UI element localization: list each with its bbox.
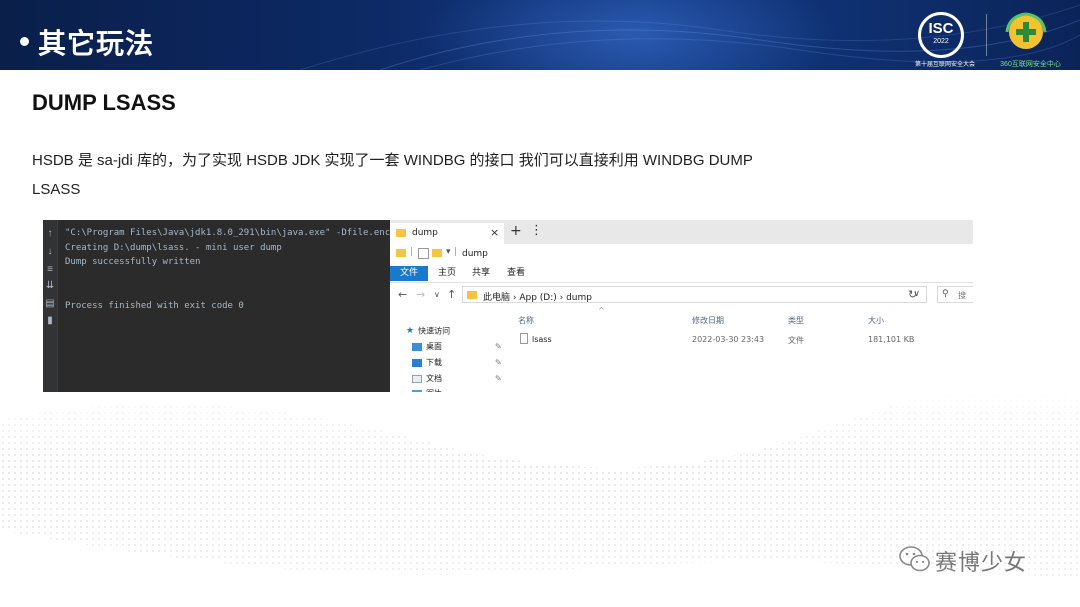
file-modified: 2022-03-30 23:43 [692,335,765,344]
console-line: Creating D:\dump\lsass. - mini user dump [65,242,282,253]
isc-logo: ISC 2022 [918,12,964,58]
section-heading: DUMP LSASS [32,90,176,115]
column-type[interactable]: 类型 [788,315,804,326]
search-placeholder: 搜 [958,291,966,300]
nav-item-label: 图片 [426,389,442,392]
file-size: 181,101 KB [868,335,915,344]
pin-icon: ✎ [495,342,502,351]
console-line: Dump successfully written [65,257,201,267]
close-tab-icon[interactable]: × [490,226,499,239]
wechat-watermark: 赛博少女 [898,542,1048,576]
folder-icon [467,291,477,299]
description-line-2: LSASS [32,181,81,198]
console-line: Process finished with exit code 0 [65,300,244,311]
column-modified[interactable]: 修改日期 [692,315,724,326]
tab-dump[interactable]: dump × [390,223,504,244]
file-type: 文件 [788,336,804,345]
nav-item-label: 快速访问 [418,326,451,336]
embedded-screenshot: ↑ ↓ ≡ ⇊ ▤ ▮ "C:\Program Files\Java\jdk1.… [43,220,973,392]
print-icon[interactable]: ▤ [44,298,56,310]
scroll-end-icon[interactable]: ⇊ [44,280,56,292]
pin-icon: ✎ [495,358,502,367]
file-icon [520,333,528,344]
properties-icon[interactable] [418,248,429,259]
nav-item-desktop[interactable]: 桌面 [412,340,442,354]
console-toolbar: ↑ ↓ ≡ ⇊ ▤ ▮ [43,220,58,392]
ribbon-tab-home[interactable]: 主页 [428,266,466,281]
search-icon: ⚲ [942,289,949,299]
more-options-icon[interactable]: ⋮ [530,223,543,238]
quick-access-toolbar: | ▾ | dump [390,244,973,264]
nav-item-pictures[interactable]: 图片 [412,387,442,392]
pin-icon: ✎ [495,374,502,383]
column-name[interactable]: 名称 [518,315,534,326]
description-line-1: HSDB 是 sa-jdi 库的，为了实现 HSDB JDK 实现了一套 WIN… [32,152,753,169]
ribbon-tab-share[interactable]: 共享 [462,266,500,281]
file-row[interactable]: lsass 2022-03-30 23:43 文件 181,101 KB [518,332,968,346]
forward-icon[interactable]: → [416,288,425,301]
nav-item-documents[interactable]: 文档 [412,372,442,386]
360-logo [1005,12,1047,49]
nav-item-quick-access[interactable]: ★ 快速访问 [406,324,450,338]
new-tab-icon[interactable]: + [510,223,522,239]
ide-console-panel: ↑ ↓ ≡ ⇊ ▤ ▮ "C:\Program Files\Java\jdk1.… [43,220,396,392]
search-input[interactable]: ⚲ 搜 [937,286,973,303]
nav-item-label: 文档 [426,374,442,383]
folder-icon [396,229,406,237]
separator: | [454,247,458,257]
ribbon-tab-view[interactable]: 查看 [497,266,535,281]
customize-dropdown-icon[interactable]: ▾ [446,247,451,257]
separator: | [410,247,414,257]
file-list-header: 名称 ^ 修改日期 类型 大小 [518,306,968,326]
back-icon[interactable]: ← [398,288,407,301]
ribbon-tabs: 文件 主页 共享 查看 [390,264,973,283]
navigation-pane: ★快速访问 桌面 ✎ 下载 ✎ 文档 ✎ 图片 [390,316,510,392]
title-bullet [20,37,29,46]
address-bar[interactable]: 此电脑 › App (D:) › dump ∨ [462,286,927,303]
new-folder-icon[interactable] [432,249,442,257]
isc-logo-text: ISC [928,20,954,37]
star-icon: ★ [406,326,415,336]
header-banner: 其它玩法 ISC 2022 第十届互联网安全大会 360互联网安全中心 [0,0,1080,70]
sort-arrow-icon: ^ [598,306,605,315]
isc-logo-year: 2022 [933,38,949,45]
desktop-icon [412,342,422,351]
document-icon [412,374,422,383]
arrow-down-icon[interactable]: ↓ [44,246,56,258]
file-name: lsass [532,335,552,344]
file-explorer-window: dump × + ⋮ | ▾ | dump 文件 主页 共享 查看 ← → ∨ … [390,220,973,392]
isc-caption: 第十届互联网安全大会 [914,62,975,68]
nav-item-label: 桌面 [426,342,442,351]
logo-divider [986,14,987,56]
wechat-icon [899,546,930,572]
watermark-text: 赛博少女 [935,550,1028,575]
column-size[interactable]: 大小 [868,315,884,326]
explorer-tab-bar: dump × + ⋮ [390,220,973,244]
360-caption: 360互联网安全中心 [1000,61,1061,68]
download-icon [412,358,422,367]
nav-item-downloads[interactable]: 下载 [412,356,442,370]
wrap-icon[interactable]: ≡ [44,264,56,276]
up-icon[interactable]: ↑ [447,288,456,301]
window-title: dump [462,249,488,259]
refresh-icon[interactable]: ↻ [908,288,917,301]
recent-dropdown-icon[interactable]: ∨ [434,290,440,299]
trash-icon[interactable]: ▮ [44,315,56,327]
ribbon-tab-file[interactable]: 文件 [390,266,429,281]
tab-label: dump [412,228,438,238]
console-output: "C:\Program Files\Java\jdk1.8.0_291\bin\… [65,226,396,313]
picture-icon [412,389,422,392]
slide-title: 其它玩法 [38,28,155,59]
nav-item-label: 下载 [426,358,442,367]
address-row: ← → ∨ ↑ 此电脑 › App (D:) › dump ∨ ↻ ⚲ 搜 [390,284,973,306]
description-text: HSDB 是 sa-jdi 库的，为了实现 HSDB JDK 实现了一套 WIN… [32,146,812,204]
arrow-up-icon[interactable]: ↑ [44,228,56,240]
console-line: "C:\Program Files\Java\jdk1.8.0_291\bin\… [65,228,396,238]
breadcrumb[interactable]: 此电脑 › App (D:) › dump [483,290,592,303]
folder-icon [396,249,406,257]
